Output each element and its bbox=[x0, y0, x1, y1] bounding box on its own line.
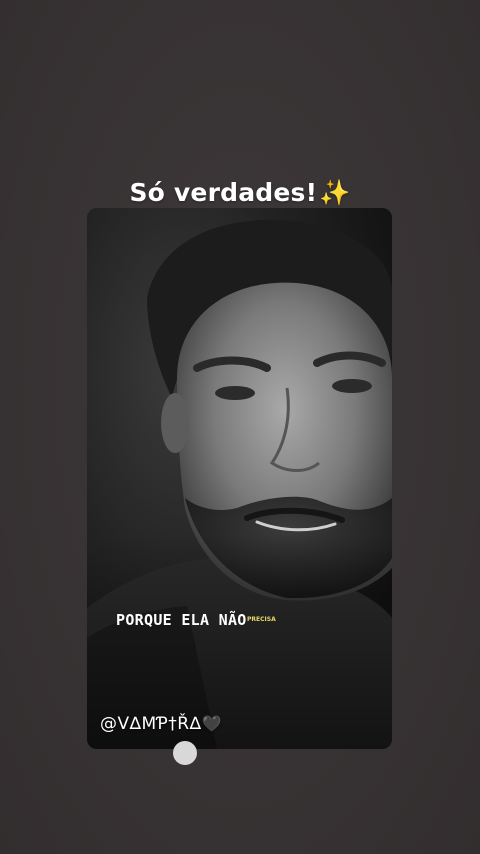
video-subtitle-next-word: PRECISA bbox=[247, 616, 276, 623]
sparkles-icon: ✨ bbox=[319, 178, 351, 207]
caption-text: Só verdades! bbox=[129, 178, 318, 207]
story-caption: Só verdades!✨ bbox=[0, 178, 480, 208]
story-screen[interactable]: Só verdades!✨ PORQUE ELA NÃO PRECISA @V∆… bbox=[0, 0, 480, 854]
heart-icon: 🖤 bbox=[201, 714, 222, 733]
scrubber-handle[interactable] bbox=[173, 741, 197, 765]
portrait-image bbox=[87, 208, 392, 749]
video-frame[interactable]: PORQUE ELA NÃO PRECISA @V∆MƤ†Ř∆🖤 bbox=[87, 208, 392, 749]
creator-handle-text: @V∆MƤ†Ř∆ bbox=[100, 714, 202, 734]
creator-handle[interactable]: @V∆MƤ†Ř∆🖤 bbox=[100, 714, 222, 734]
video-subtitle: PORQUE ELA NÃO bbox=[116, 611, 247, 629]
